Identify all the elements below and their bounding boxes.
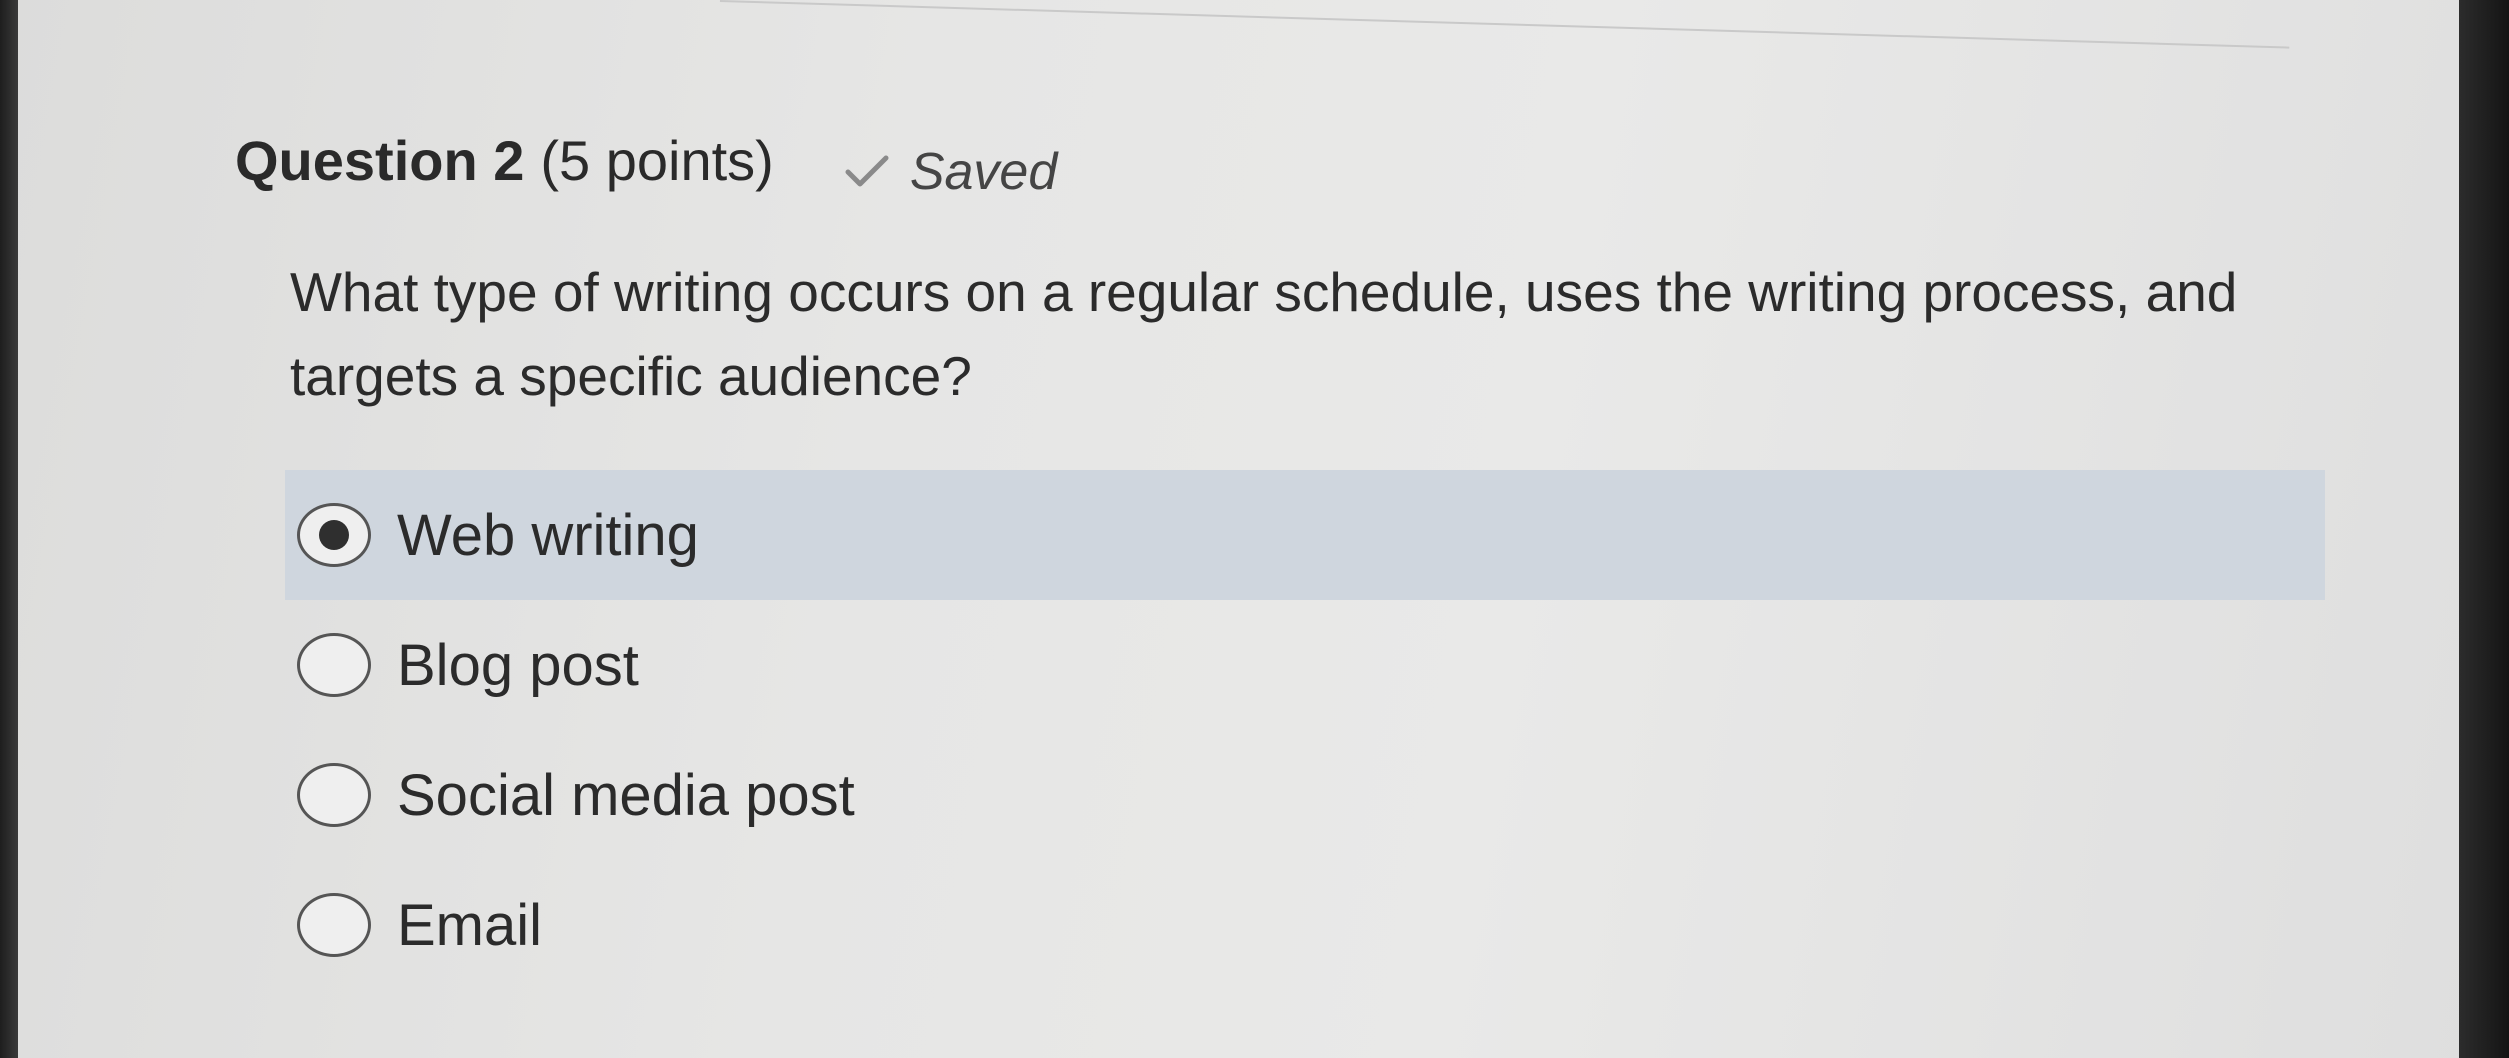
section-divider [719,0,2290,49]
option-label[interactable]: Web writing [397,502,699,569]
radio-button[interactable] [297,633,371,697]
question-points: (5 points) [540,129,774,192]
saved-status: Saved [844,142,1057,202]
option-label[interactable]: Blog post [397,632,639,699]
answer-options: Web writing Blog post Social media post … [285,470,2325,990]
screen-bezel-right [2459,0,2509,1058]
option-label[interactable]: Email [397,892,542,959]
option-email[interactable]: Email [285,860,2325,990]
radio-dot-icon [319,520,349,550]
checkmark-icon [845,155,889,187]
question-header: Question 2 (5 points) Saved [235,128,1057,201]
option-blog-post[interactable]: Blog post [285,600,2325,730]
option-social-media-post[interactable]: Social media post [285,730,2325,860]
option-label[interactable]: Social media post [397,762,855,829]
option-web-writing[interactable]: Web writing [285,470,2325,600]
radio-button[interactable] [297,893,371,957]
saved-label: Saved [909,143,1058,201]
screen-bezel-left [0,0,18,1058]
radio-button-selected[interactable] [297,503,371,567]
question-title: Question 2 [235,129,525,192]
radio-button[interactable] [297,763,371,827]
question-card: Question 2 (5 points) Saved What type of… [230,120,2330,1020]
question-prompt: What type of writing occurs on a regular… [290,261,2238,407]
